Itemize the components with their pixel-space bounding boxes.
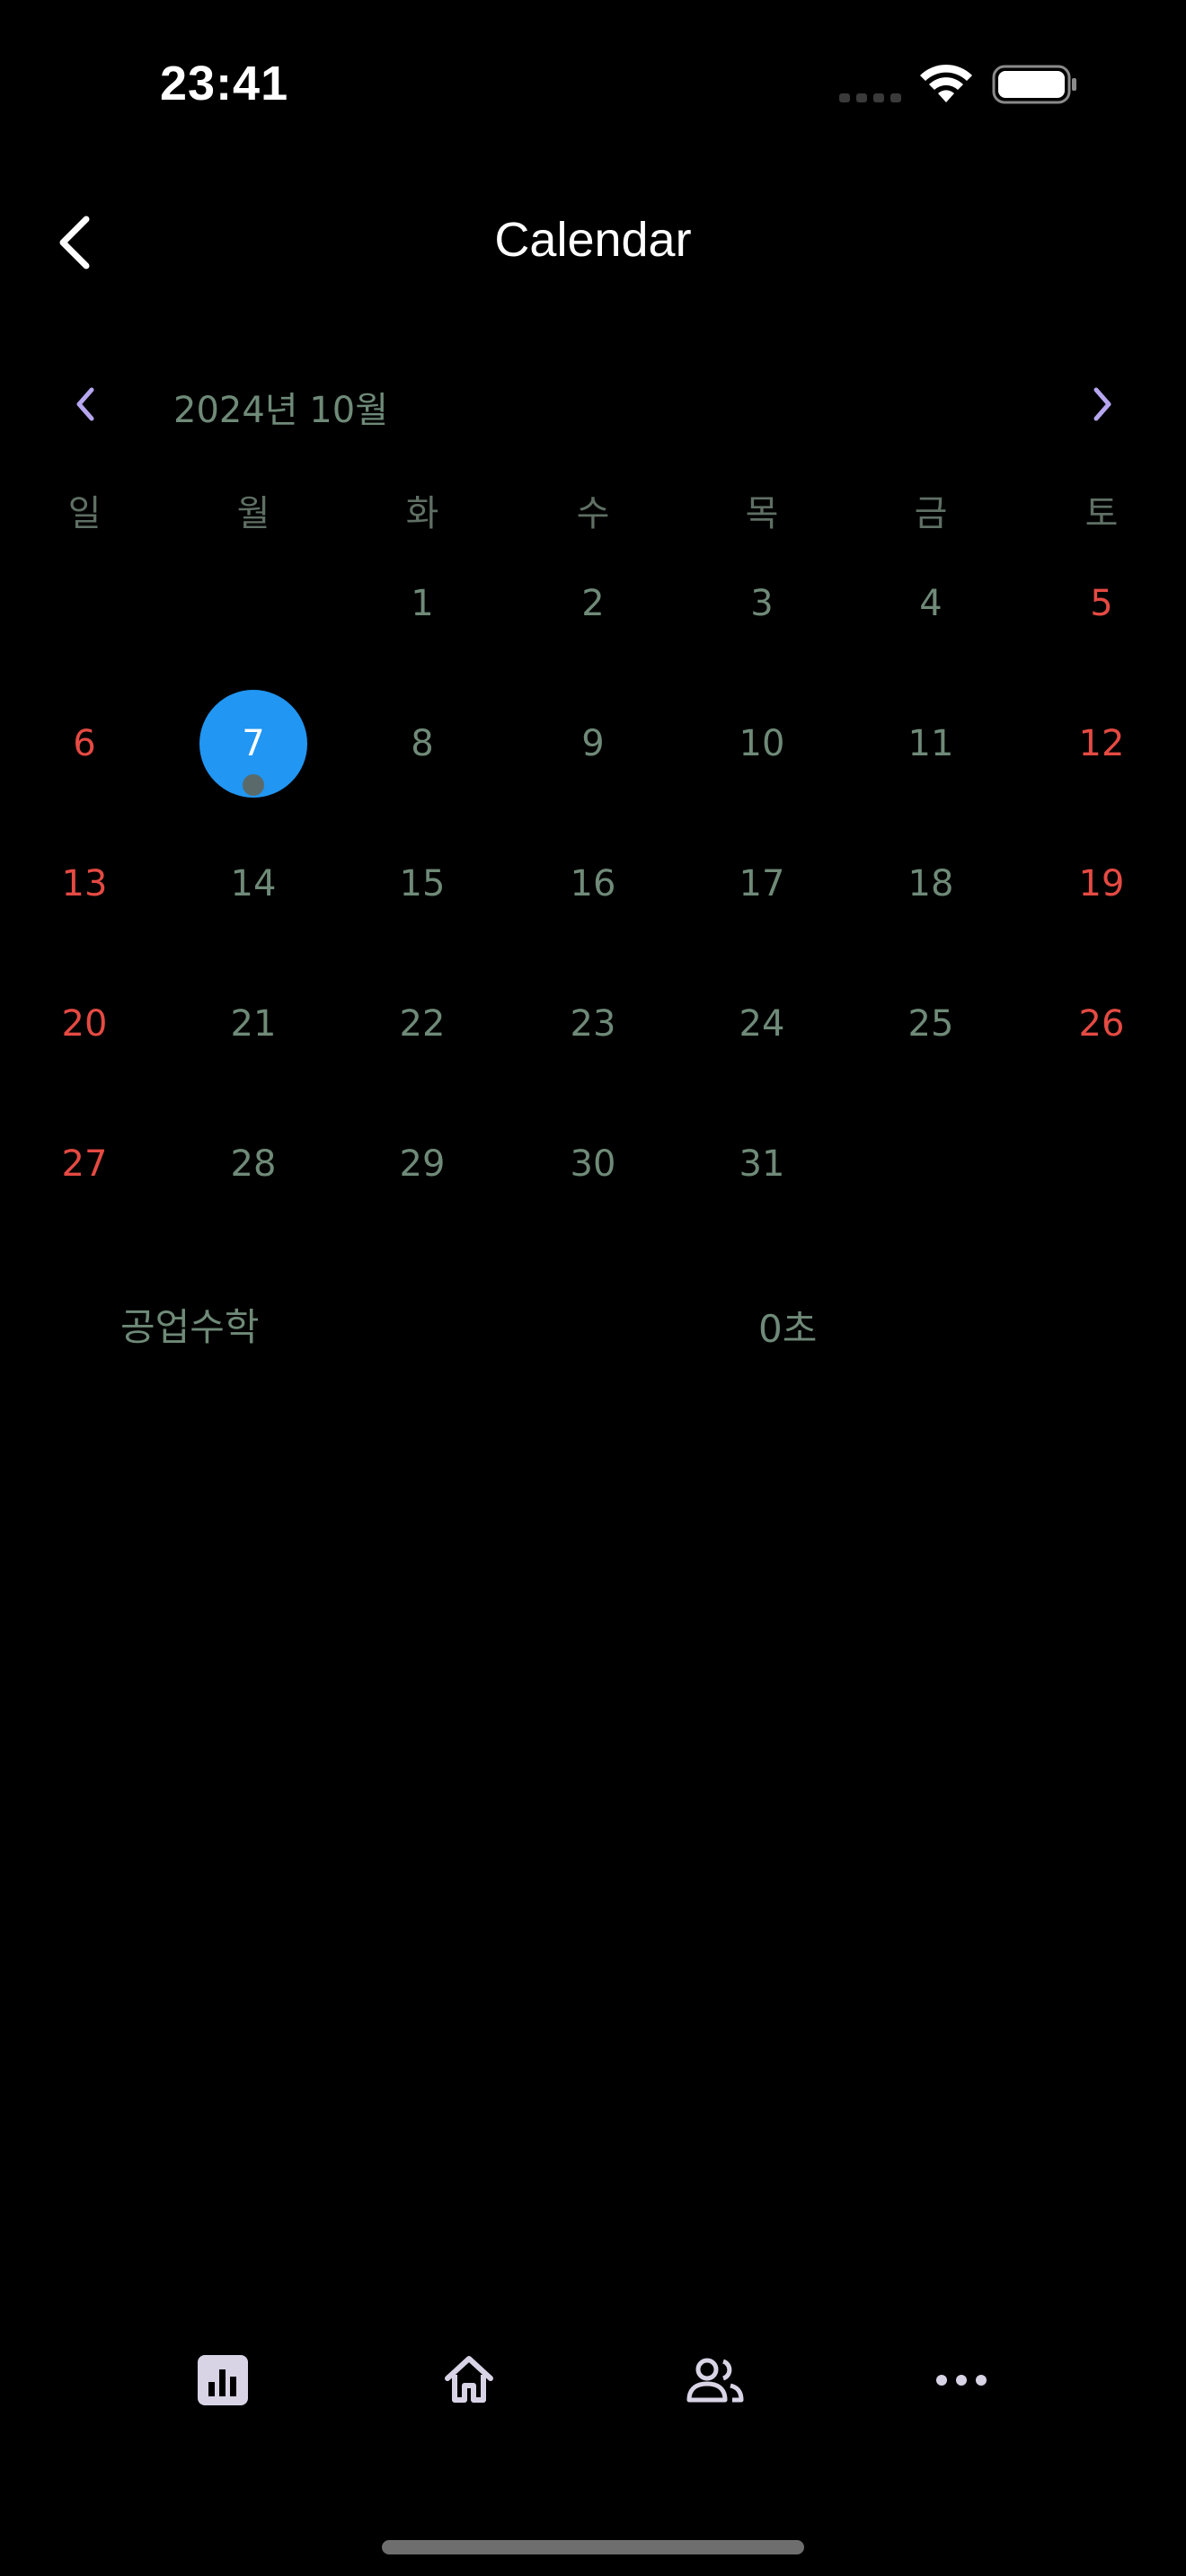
calendar-day[interactable]: 1 (350, 575, 494, 632)
weekday-label: 금 (914, 493, 948, 534)
calendar-day[interactable]: 28 (181, 1135, 325, 1193)
back-button[interactable] (45, 207, 108, 278)
calendar-day[interactable]: 19 (1030, 855, 1173, 913)
calendar-day[interactable]: 30 (521, 1135, 665, 1193)
calendar-day[interactable]: 4 (859, 575, 1003, 632)
weekday-label: 수 (576, 493, 610, 534)
calendar-day[interactable]: 15 (350, 855, 494, 913)
previous-month-button[interactable] (59, 377, 113, 431)
calendar-day[interactable]: 29 (350, 1135, 494, 1193)
weekday-label: 일 (67, 493, 102, 534)
calendar-day[interactable]: 6 (13, 715, 156, 772)
tab-more[interactable] (916, 2335, 1006, 2425)
calendar-day[interactable]: 14 (181, 855, 325, 913)
calendar-day[interactable]: 5 (1030, 575, 1173, 632)
calendar-day[interactable]: 13 (13, 855, 156, 913)
study-duration-value: 0초 (758, 1307, 818, 1351)
event-indicator-dot (243, 774, 264, 796)
tab-home[interactable] (424, 2335, 514, 2425)
bar-chart-icon (198, 2355, 248, 2405)
home-icon (445, 2356, 493, 2403)
chevron-left-icon (76, 387, 94, 421)
page-title: Calendar (494, 213, 692, 267)
calendar-day-selected[interactable]: 7 (181, 715, 325, 772)
weekday-header: 일 월 화 수 목 금 토 (0, 485, 1186, 543)
more-icon (936, 2375, 987, 2386)
calendar-day[interactable]: 3 (690, 575, 834, 632)
calendar-day[interactable]: 12 (1030, 715, 1173, 772)
calendar-day[interactable]: 21 (181, 995, 325, 1053)
calendar-day[interactable]: 18 (859, 855, 1003, 913)
study-subject-label: 공업수학 (120, 1305, 260, 1349)
weekday-label: 목 (745, 493, 779, 534)
status-time: 23:41 (160, 57, 289, 110)
tab-statistics[interactable] (178, 2335, 268, 2425)
calendar-day[interactable]: 8 (350, 715, 494, 772)
chevron-left-icon (59, 216, 90, 269)
status-bar: 23:41 (0, 0, 1186, 171)
calendar-day[interactable]: 24 (690, 995, 834, 1053)
battery-icon (992, 65, 1076, 104)
wifi-icon (920, 64, 972, 102)
calendar-day[interactable]: 20 (13, 995, 156, 1053)
next-month-button[interactable] (1075, 377, 1128, 431)
calendar-day[interactable]: 17 (690, 855, 834, 913)
calendar-day[interactable]: 31 (690, 1135, 834, 1193)
calendar-day[interactable]: 2 (521, 575, 665, 632)
calendar-day[interactable]: 26 (1030, 995, 1173, 1053)
calendar-day[interactable]: 25 (859, 995, 1003, 1053)
tab-friends[interactable] (670, 2335, 760, 2425)
chevron-right-icon (1093, 387, 1111, 421)
calendar-day[interactable]: 27 (13, 1135, 156, 1193)
calendar-day[interactable]: 23 (521, 995, 665, 1053)
bottom-tab-bar (0, 2335, 1186, 2425)
home-indicator (382, 2540, 804, 2554)
cellular-signal-icon (839, 93, 901, 102)
month-label: 2024년 10월 (173, 390, 389, 431)
calendar-day[interactable]: 11 (859, 715, 1003, 772)
calendar-day[interactable]: 9 (521, 715, 665, 772)
calendar-day[interactable]: 22 (350, 995, 494, 1053)
calendar-day[interactable]: 16 (521, 855, 665, 913)
weekday-label: 월 (236, 493, 270, 534)
calendar-day[interactable]: 10 (690, 715, 834, 772)
weekday-label: 토 (1084, 493, 1119, 534)
people-icon (686, 2358, 744, 2403)
weekday-label: 화 (405, 493, 439, 534)
